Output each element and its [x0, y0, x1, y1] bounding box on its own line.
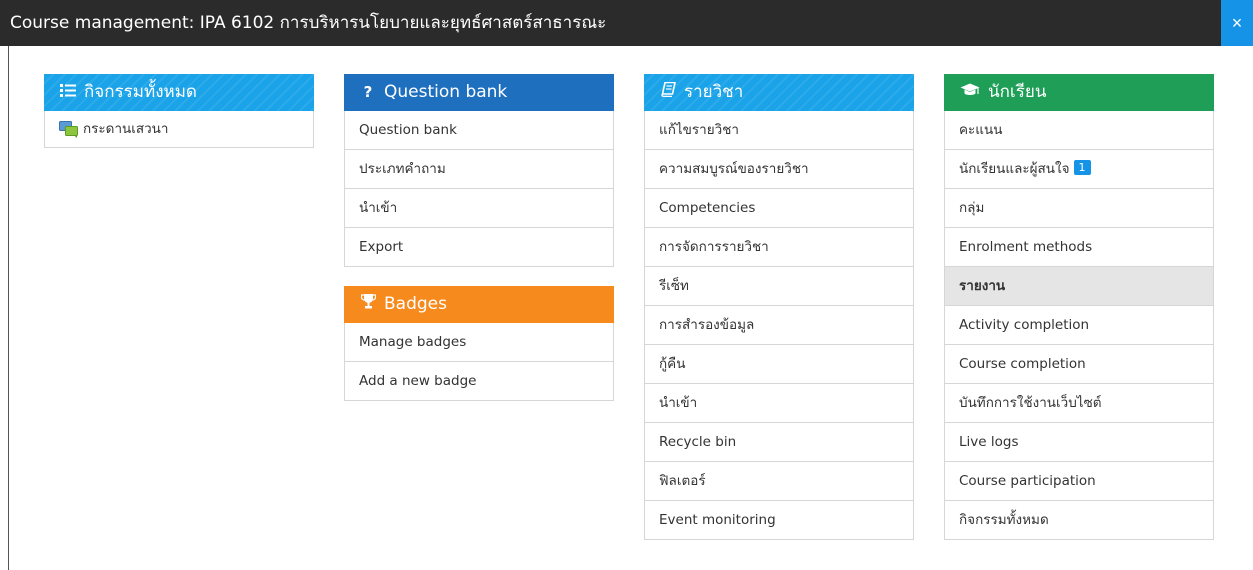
add-badge-link[interactable]: Add a new badge: [345, 361, 613, 400]
question-bank-panel-title: Question bank: [384, 82, 508, 102]
modal-title: Course management: IPA 6102 การบริหารนโย…: [10, 13, 607, 33]
participants-link[interactable]: นักเรียนและผู้สนใจ 1: [945, 149, 1213, 188]
forum-icon: [59, 121, 78, 138]
course-administration-link[interactable]: การจัดการรายวิชา: [645, 227, 913, 266]
activities-panel: กิจกรรมทั้งหมด กระดานเสวนา: [44, 74, 314, 148]
logs-link[interactable]: บันทึกการใช้งานเว็บไซต์: [945, 383, 1213, 422]
book-icon: [658, 74, 678, 111]
students-panel-title: นักเรียน: [988, 82, 1047, 102]
close-button[interactable]: ×: [1221, 0, 1253, 46]
course-panel: รายวิชา แก้ไขรายวิชา ความสมบูรณ์ของรายวิ…: [644, 74, 914, 540]
edit-course-link[interactable]: แก้ไขรายวิชา: [645, 111, 913, 149]
backup-link[interactable]: การสำรองข้อมูล: [645, 305, 913, 344]
course-completion-settings-link[interactable]: ความสมบูรณ์ของรายวิชา: [645, 149, 913, 188]
course-completion-report-link[interactable]: Course completion: [945, 344, 1213, 383]
course-panel-header: รายวิชา: [644, 74, 914, 111]
badges-panel-header: Badges: [344, 286, 614, 323]
modal-left-border: [8, 46, 9, 570]
modal-header: Course management: IPA 6102 การบริหารนโย…: [0, 0, 1253, 46]
participants-label: นักเรียนและผู้สนใจ: [959, 161, 1070, 177]
manage-badges-link[interactable]: Manage badges: [345, 323, 613, 361]
course-import-link[interactable]: นำเข้า: [645, 383, 913, 422]
badges-panel-title: Badges: [384, 294, 447, 314]
list-icon: [58, 74, 78, 111]
question-bank-link[interactable]: Question bank: [345, 111, 613, 149]
trophy-icon: [358, 286, 378, 323]
groups-link[interactable]: กลุ่ม: [945, 188, 1213, 227]
live-logs-link[interactable]: Live logs: [945, 422, 1213, 461]
enrolment-methods-link[interactable]: Enrolment methods: [945, 227, 1213, 266]
activity-completion-link[interactable]: Activity completion: [945, 305, 1213, 344]
reports-header-item[interactable]: รายงาน: [945, 266, 1213, 305]
recycle-bin-link[interactable]: Recycle bin: [645, 422, 913, 461]
course-participation-link[interactable]: Course participation: [945, 461, 1213, 500]
reset-link[interactable]: รีเซ็ท: [645, 266, 913, 305]
competencies-link[interactable]: Competencies: [645, 188, 913, 227]
activity-report-link[interactable]: กิจกรรมทั้งหมด: [945, 500, 1213, 539]
course-panel-title: รายวิชา: [684, 82, 744, 102]
participants-count-badge: 1: [1073, 160, 1091, 175]
students-panel: นักเรียน คะแนน นักเรียนและผู้สนใจ 1 กลุ่ม…: [944, 74, 1214, 540]
graduation-cap-icon: [958, 74, 982, 111]
question-bank-panel: ? Question bank Question bank ประเภทคำถาม…: [344, 74, 614, 267]
activities-panel-title: กิจกรรมทั้งหมด: [84, 82, 197, 102]
activity-forum-link[interactable]: กระดานเสวนา: [45, 111, 313, 147]
question-icon: ?: [363, 83, 373, 101]
activities-panel-header: กิจกรรมทั้งหมด: [44, 74, 314, 111]
filters-link[interactable]: ฟิลเตอร์: [645, 461, 913, 500]
restore-link[interactable]: กู้คืน: [645, 344, 913, 383]
grades-link[interactable]: คะแนน: [945, 111, 1213, 149]
event-monitoring-link[interactable]: Event monitoring: [645, 500, 913, 539]
badges-panel: Badges Manage badges Add a new badge: [344, 286, 614, 401]
students-panel-header: นักเรียน: [944, 74, 1214, 111]
activity-forum-label: กระดานเสวนา: [83, 121, 169, 137]
question-categories-link[interactable]: ประเภทคำถาม: [345, 149, 613, 188]
question-export-link[interactable]: Export: [345, 227, 613, 266]
question-bank-panel-header: ? Question bank: [344, 74, 614, 111]
question-import-link[interactable]: นำเข้า: [345, 188, 613, 227]
